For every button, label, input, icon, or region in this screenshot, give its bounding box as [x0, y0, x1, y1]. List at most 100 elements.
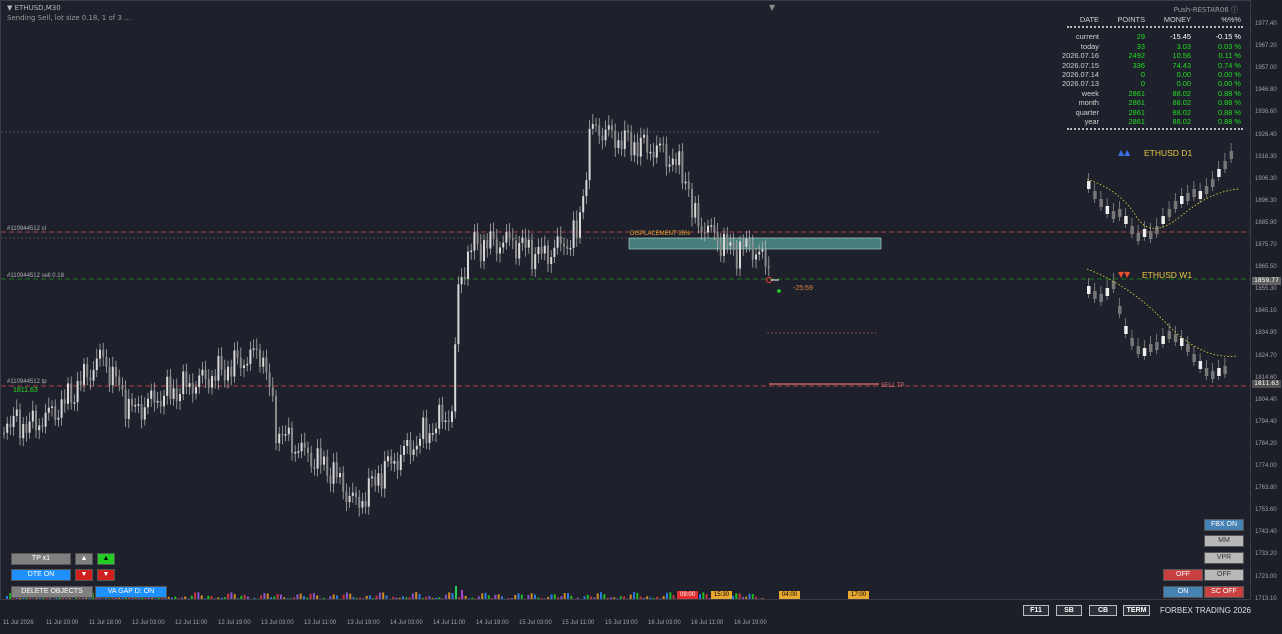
time-label: 12 Jul 19:00: [218, 620, 251, 626]
w1-candle: [1093, 291, 1097, 299]
candle-body: [118, 376, 121, 386]
vpr-button[interactable]: VPR: [1204, 552, 1244, 564]
candle-body: [147, 398, 149, 408]
candle-body: [684, 181, 687, 184]
candle-body: [505, 232, 508, 243]
candle-body: [630, 132, 633, 156]
brand-label: FORBEX TRADING 2026: [1160, 606, 1251, 615]
time-label: 11 Jul 2026: [3, 620, 34, 626]
candle-body: [540, 246, 543, 254]
candle-body: [195, 387, 197, 394]
tp-multiplier-button[interactable]: TP x1: [11, 553, 71, 565]
delete-objects-button[interactable]: DELETE OBJECTS: [11, 586, 93, 598]
sell-label: #110944512 sell 0.18: [7, 273, 65, 279]
off-button-red[interactable]: OFF: [1163, 569, 1203, 581]
candle-body: [227, 366, 229, 381]
candle-body: [54, 406, 57, 420]
countdown-timer: -25:59: [793, 285, 813, 292]
f11-button[interactable]: F11: [1023, 605, 1049, 616]
main-chart[interactable]: #110944512 sl #110944512 sell 0.18 #110944…: [0, 0, 1251, 600]
candle-body: [537, 246, 540, 255]
time-label: 16 Jul 03:00: [648, 620, 681, 626]
stats-cell: 88.02: [1172, 88, 1192, 98]
candle-body: [732, 242, 735, 250]
candle-body: [15, 409, 18, 416]
candle-body: [364, 501, 367, 507]
price-axis[interactable]: 1977.40 1967.20 1957.00 1946.80 1936.60 1926.…: [1251, 0, 1282, 617]
candle-body: [553, 247, 556, 258]
mm-button[interactable]: MM: [1204, 535, 1244, 547]
time-label: 14 Jul 19:00: [476, 620, 509, 626]
candle-body: [598, 125, 601, 136]
candle-body: [745, 239, 748, 247]
candle-body: [332, 462, 335, 484]
candle-body: [697, 202, 700, 227]
candle-body: [460, 277, 463, 285]
price-tick: 1967.20: [1255, 43, 1277, 50]
candle-body: [399, 454, 402, 470]
candle-body: [179, 394, 181, 402]
fbx-toggle-button[interactable]: FBX ON: [1204, 519, 1244, 531]
chart-shift-marker[interactable]: ▼: [769, 3, 775, 12]
on-button[interactable]: ON: [1163, 586, 1203, 598]
stats-row: 2026.07.13 0 0.00 0.00 %: [1047, 79, 1245, 88]
candle-body: [671, 158, 674, 165]
sb-button[interactable]: SB: [1056, 605, 1082, 616]
candle-body: [758, 251, 761, 255]
candle-body: [111, 366, 114, 386]
candle-body: [207, 378, 210, 388]
price-tick: 1804.40: [1255, 396, 1277, 403]
candle-body: [252, 348, 255, 350]
candle-body: [521, 237, 524, 243]
candle-body: [726, 233, 729, 246]
arrow-down-red-icon[interactable]: ▼: [75, 569, 93, 581]
candle-body: [387, 456, 389, 462]
candle-body: [595, 124, 597, 126]
w1-candle: [1192, 354, 1196, 362]
candle-body: [230, 366, 233, 377]
price-tick: 1824.70: [1255, 352, 1277, 359]
w1-candle: [1155, 342, 1159, 350]
w1-candle: [1136, 346, 1141, 354]
candle-body: [716, 232, 719, 243]
push-status: Push-RESTAR06 ⓘ: [1173, 6, 1238, 14]
candle-body: [99, 349, 101, 359]
candle-body: [723, 233, 725, 256]
trade-status-text: Sending Sell, lot size 0.18, 1 of 3 ...: [7, 14, 131, 22]
d1-candle: [1093, 191, 1097, 199]
arrow-up-gray-icon[interactable]: ▲: [75, 553, 93, 565]
candle-body: [6, 423, 9, 433]
dte-toggle-button[interactable]: DTE ON: [11, 569, 71, 581]
candle-body: [495, 238, 498, 254]
candle-body: [652, 151, 655, 158]
stats-cell: 29: [1136, 32, 1145, 42]
d1-candle: [1155, 226, 1159, 234]
sc-off-button[interactable]: SC OFF: [1204, 586, 1244, 598]
arrow-up-green-icon[interactable]: ▲: [97, 553, 115, 565]
candle-body: [9, 423, 12, 428]
candle-body: [239, 357, 242, 369]
d1-candle: [1105, 206, 1110, 214]
d1-candle: [1124, 216, 1128, 224]
term-button[interactable]: TERM: [1123, 605, 1150, 616]
arrow-down-red-icon-2[interactable]: ▼: [97, 569, 115, 581]
volume-bar: [197, 592, 200, 599]
off-button-gray[interactable]: OFF: [1204, 569, 1244, 581]
va-gap-toggle-button[interactable]: VA GAP D: ON: [95, 586, 167, 598]
candle-body: [51, 406, 53, 408]
candle-body: [377, 473, 380, 486]
time-label: 12 Jul 03:00: [132, 620, 165, 626]
stats-row: year 2861 88.02 0.88 %: [1047, 117, 1245, 126]
candle-body: [614, 130, 617, 148]
candle-body: [675, 158, 677, 166]
candle-body: [457, 284, 460, 345]
candle-body: [441, 404, 444, 422]
candle-body: [19, 409, 21, 439]
candle-body: [47, 407, 50, 413]
volume-bar: [702, 592, 705, 599]
volume-bar: [378, 592, 381, 599]
stats-cell: 0.00 %: [1217, 79, 1241, 89]
cb-button[interactable]: CB: [1089, 605, 1117, 616]
d1-candle: [1167, 209, 1172, 217]
d1-label: ETHUSD D1: [1144, 148, 1193, 158]
